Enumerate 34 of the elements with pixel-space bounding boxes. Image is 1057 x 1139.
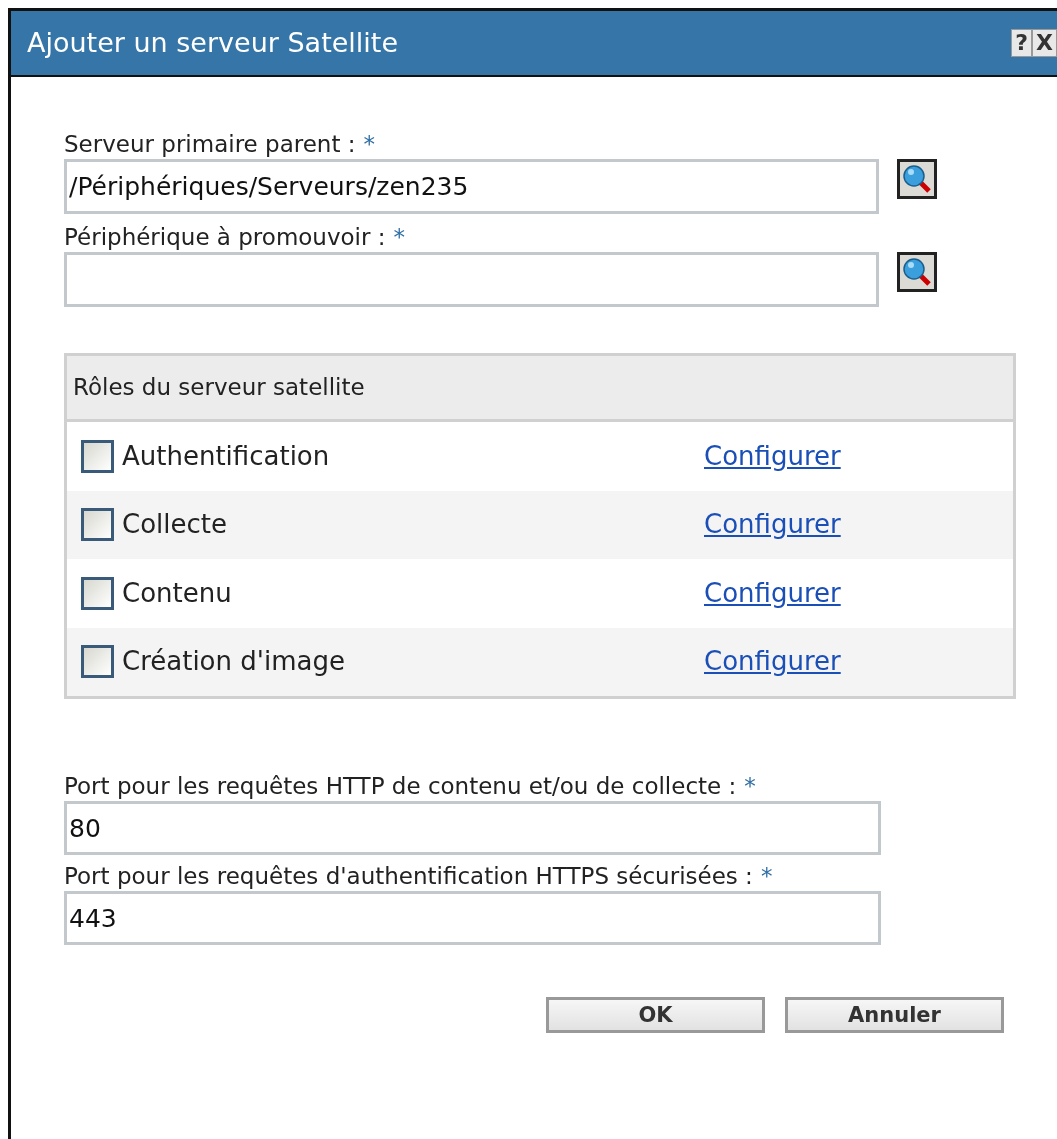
role-checkbox[interactable] (81, 508, 114, 542)
configure-link[interactable]: Configurer (704, 573, 841, 613)
role-label: Authentification (122, 439, 331, 473)
close-button[interactable]: X (1032, 29, 1057, 57)
search-icon (902, 164, 932, 194)
role-checkbox[interactable] (81, 439, 114, 473)
text-field[interactable]: /Périphériques/Serveurs/zen235 (64, 159, 879, 214)
configure-link[interactable]: Configurer (704, 436, 841, 476)
required-mark: * (760, 862, 773, 891)
role-checkbox[interactable] (81, 645, 114, 679)
panel-title: Rôles du serveur satellite (73, 373, 365, 403)
port-field[interactable]: 80 (64, 801, 881, 855)
help-button[interactable]: ? (1011, 29, 1033, 57)
field-label: Serveur primaire parent : (64, 130, 356, 159)
search-button[interactable] (897, 252, 937, 292)
search-icon (902, 257, 932, 287)
required-mark: * (744, 772, 756, 801)
text-field[interactable] (64, 252, 879, 307)
cancel-button[interactable]: Annuler (785, 997, 1004, 1033)
role-checkbox[interactable] (81, 576, 114, 610)
field-label: Port pour les requêtes HTTP de contenu et/ou de collecte : (64, 772, 737, 801)
configure-link[interactable]: Configurer (704, 505, 841, 545)
required-mark: * (363, 130, 375, 159)
search-button[interactable] (897, 159, 937, 199)
role-label: Contenu (122, 576, 233, 610)
port-field[interactable]: 443 (64, 891, 881, 945)
role-label: Création d'image (122, 645, 346, 679)
field-label: Périphérique à promouvoir : (64, 223, 386, 252)
required-mark: * (393, 223, 406, 252)
role-label: Collecte (122, 508, 228, 542)
configure-link[interactable]: Configurer (704, 642, 841, 682)
window-title: Ajouter un serveur Satellite (27, 25, 399, 60)
ok-button[interactable]: OK (546, 997, 765, 1033)
field-label: Port pour les requêtes d'authentification HTTPS sécurisées : (64, 862, 753, 891)
